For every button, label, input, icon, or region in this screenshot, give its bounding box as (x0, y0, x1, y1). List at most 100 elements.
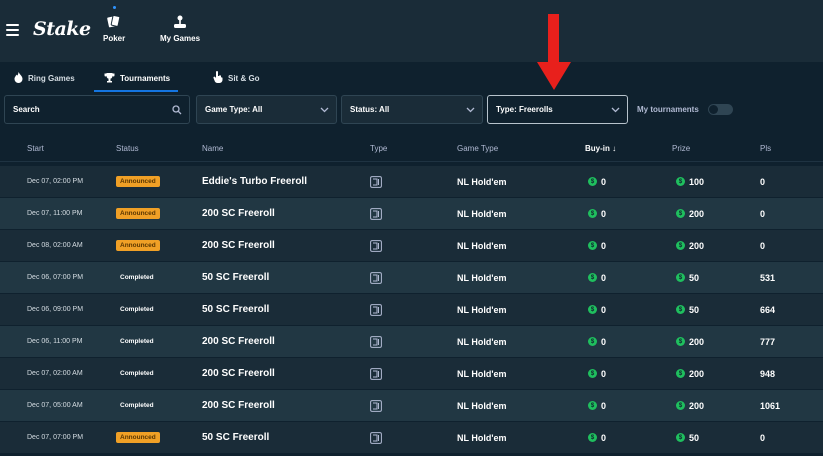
stake-logo[interactable]: Stake (33, 18, 91, 40)
filter-bar: Search Game Type: All Status: All Type: … (0, 95, 823, 127)
sweeps-coin-icon: $ (588, 177, 597, 186)
col-game-type[interactable]: Game Type (457, 144, 498, 153)
start-time: Dec 07, 02:00 PM (27, 178, 84, 185)
game-type: NL Hold'em (457, 368, 507, 379)
tournament-name[interactable]: 50 SC Freeroll (202, 422, 269, 453)
status-cell: Announced (116, 198, 160, 229)
tab-ring-games[interactable]: Ring Games (14, 63, 75, 93)
prize-cell: $200 (676, 326, 704, 357)
status-badge: Announced (116, 208, 160, 219)
search-icon (172, 105, 182, 117)
game-type: NL Hold'em (457, 304, 507, 315)
nav-my-games[interactable]: My Games (160, 13, 200, 43)
col-buyin[interactable]: Buy-in ↓ (585, 144, 616, 153)
tournament-type-icon (370, 198, 382, 229)
buyin-value: 0 (601, 368, 607, 379)
start-time: Dec 06, 09:00 PM (27, 306, 84, 313)
my-tournaments-label: My tournaments (637, 105, 699, 114)
buyin-value: 0 (601, 304, 607, 315)
sweeps-coin-icon: $ (676, 401, 685, 410)
menu-icon[interactable] (6, 24, 19, 36)
table-row[interactable]: Dec 06, 07:00 PM Completed 50 SC Freeroll N… (0, 262, 823, 293)
tab-sit-and-go[interactable]: Sit & Go (213, 63, 260, 93)
status-cell: Announced (116, 230, 160, 261)
search-input[interactable]: Search (4, 95, 190, 124)
prize-value: 200 (689, 368, 705, 379)
tab-tournaments[interactable]: Tournaments (93, 63, 179, 93)
my-tournaments-toggle[interactable] (708, 104, 733, 115)
tournament-name[interactable]: 200 SC Freeroll (202, 390, 275, 421)
status-cell: Completed (116, 294, 158, 325)
table-row[interactable]: Dec 07, 02:00 PM Announced Eddie's Turbo F… (0, 166, 823, 197)
buyin-cell: $0 (588, 294, 606, 325)
sweeps-coin-icon: $ (588, 337, 597, 346)
col-start[interactable]: Start (27, 144, 44, 153)
players-count: 531 (760, 272, 776, 283)
sweeps-coin-icon: $ (588, 305, 597, 314)
sweeps-coin-icon: $ (676, 337, 685, 346)
table-row[interactable]: Dec 08, 02:00 AM Announced 200 SC Freeroll… (0, 230, 823, 261)
status-badge: Announced (116, 432, 160, 443)
table-row[interactable]: Dec 07, 11:00 PM Announced 200 SC Freeroll… (0, 198, 823, 229)
tournament-name[interactable]: Eddie's Turbo Freeroll (202, 166, 307, 197)
col-prize[interactable]: Prize (672, 144, 690, 153)
tournament-name[interactable]: 200 SC Freeroll (202, 326, 275, 357)
sweeps-coin-icon: $ (588, 209, 597, 218)
start-time: Dec 06, 11:00 PM (27, 338, 83, 345)
buyin-value: 0 (601, 208, 607, 219)
buyin-value: 0 (601, 400, 607, 411)
players-count: 948 (760, 368, 776, 379)
game-type: NL Hold'em (457, 272, 507, 283)
sweeps-coin-icon: $ (588, 241, 597, 250)
buyin-cell: $0 (588, 198, 606, 229)
col-type[interactable]: Type (370, 144, 387, 153)
tournament-type-icon (370, 390, 382, 421)
status-cell: Completed (116, 390, 158, 421)
chevron-down-icon (611, 105, 620, 116)
prize-value: 50 (689, 304, 700, 315)
sweeps-coin-icon: $ (676, 273, 685, 282)
sweeps-coin-icon: $ (588, 273, 597, 282)
prize-cell: $50 (676, 294, 699, 325)
col-players[interactable]: Pls (760, 144, 771, 153)
type-select[interactable]: Type: Freerolls (487, 95, 628, 124)
buyin-cell: $0 (588, 326, 606, 357)
table-row[interactable]: Dec 07, 02:00 AM Completed 200 SC Freeroll… (0, 358, 823, 389)
players-count: 777 (760, 336, 776, 347)
table-row[interactable]: Dec 06, 11:00 PM Completed 200 SC Freeroll… (0, 326, 823, 357)
sweeps-coin-icon: $ (588, 369, 597, 378)
tournament-name[interactable]: 200 SC Freeroll (202, 358, 275, 389)
players-count: 0 (760, 208, 766, 219)
buyin-cell: $0 (588, 422, 606, 453)
table-row[interactable]: Dec 06, 09:00 PM Completed 50 SC Freeroll N… (0, 294, 823, 325)
tournament-name[interactable]: 200 SC Freeroll (202, 230, 275, 261)
nav-poker[interactable]: Poker (103, 6, 125, 43)
prize-value: 200 (689, 400, 705, 411)
tournament-name[interactable]: 50 SC Freeroll (202, 262, 269, 293)
prize-cell: $200 (676, 198, 704, 229)
chevron-down-icon (320, 105, 329, 116)
prize-cell: $100 (676, 166, 704, 197)
col-name[interactable]: Name (202, 144, 223, 153)
players-count: 0 (760, 240, 766, 251)
tournament-type-icon (370, 326, 382, 357)
tournament-name[interactable]: 50 SC Freeroll (202, 294, 269, 325)
col-status[interactable]: Status (116, 144, 139, 153)
players-count: 0 (760, 176, 766, 187)
status-cell: Completed (116, 358, 158, 389)
start-time: Dec 07, 02:00 AM (27, 370, 83, 377)
joystick-icon (171, 13, 189, 31)
prize-cell: $50 (676, 262, 699, 293)
status-select[interactable]: Status: All (341, 95, 483, 124)
table-row[interactable]: Dec 07, 05:00 AM Completed 200 SC Freeroll… (0, 390, 823, 421)
buyin-value: 0 (601, 432, 607, 443)
prize-cell: $200 (676, 230, 704, 261)
buyin-cell: $0 (588, 358, 606, 389)
table-row[interactable]: Dec 07, 07:00 PM Announced 50 SC Freeroll N… (0, 422, 823, 453)
start-time: Dec 06, 07:00 PM (27, 274, 84, 281)
game-type: NL Hold'em (457, 240, 507, 251)
fire-icon (14, 71, 23, 85)
status-badge: Announced (116, 176, 160, 187)
game-type-select[interactable]: Game Type: All (196, 95, 337, 124)
tournament-name[interactable]: 200 SC Freeroll (202, 198, 275, 229)
